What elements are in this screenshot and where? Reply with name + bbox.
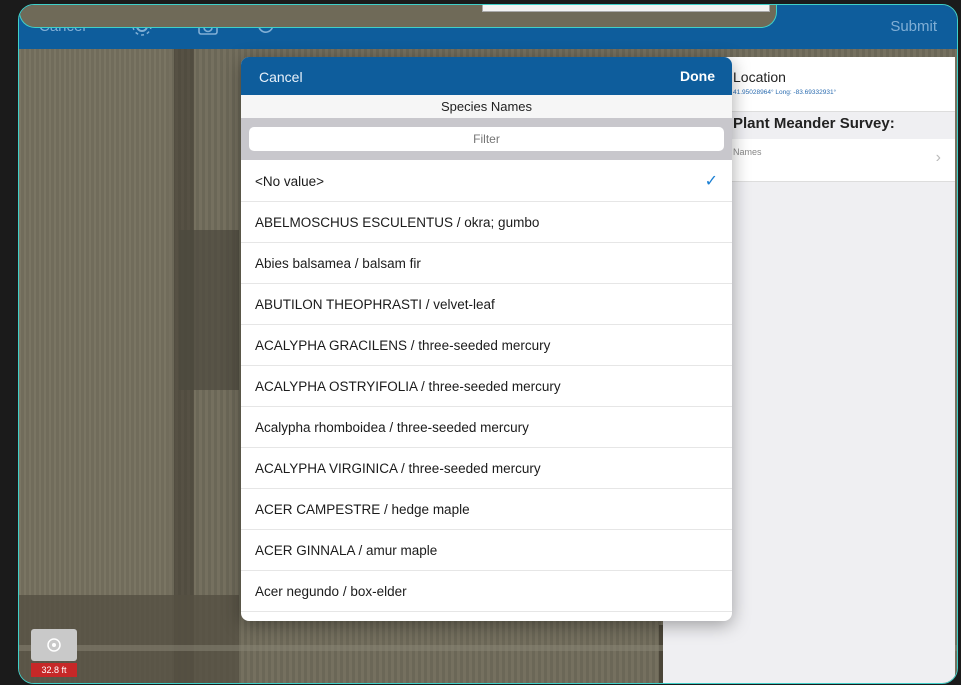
species-item-label: Acer negundo / box-elder (255, 584, 407, 599)
species-list-item[interactable]: ACER CAMPESTRE / hedge maple (241, 489, 732, 530)
chevron-right-icon: › (935, 149, 941, 166)
species-item-label: <No value> (255, 174, 325, 189)
picker-title: Species Names (241, 95, 732, 118)
species-item-label: ABELMOSCHUS ESCULENTUS / okra; gumbo (255, 215, 540, 230)
species-item-label: ACALYPHA GRACILENS / three-seeded mercur… (255, 338, 551, 353)
submit-button[interactable]: Submit (890, 18, 937, 35)
species-item-label: ABUTILON THEOPHRASTI / velvet-leaf (255, 297, 495, 312)
picker-header: Cancel Done (241, 57, 732, 95)
species-list-item[interactable]: Acalypha rhomboidea / three-seeded mercu… (241, 407, 732, 448)
map-scale-badge: 32.8 ft (31, 663, 77, 677)
species-item-label: ACALYPHA VIRGINICA / three-seeded mercur… (255, 461, 541, 476)
tile-inner-box (482, 5, 770, 12)
species-list-item[interactable]: ACALYPHA OSTRYIFOLIA / three-seeded merc… (241, 366, 732, 407)
filter-input[interactable] (249, 127, 724, 151)
species-list-item[interactable]: <No value> ✓ (241, 161, 732, 202)
species-list-item[interactable]: ACALYPHA GRACILENS / three-seeded mercur… (241, 325, 732, 366)
species-item-label: ACALYPHA OSTRYIFOLIA / three-seeded merc… (255, 379, 561, 394)
species-item-label: ACER CAMPESTRE / hedge maple (255, 502, 470, 517)
species-list-item[interactable]: ACALYPHA VIRGINICA / three-seeded mercur… (241, 448, 732, 489)
species-list-item[interactable]: ABUTILON THEOPHRASTI / velvet-leaf (241, 284, 732, 325)
target-icon (47, 638, 61, 652)
picker-cancel-button[interactable]: Cancel (259, 69, 303, 85)
species-item-label: Abies balsamea / balsam fir (255, 256, 421, 271)
location-coords: 41.95028964° Long: -83.69332931° (733, 89, 837, 96)
species-picker-popover: Cancel Done Species Names <No value> ✓ ABE… (241, 57, 732, 621)
filter-bar (241, 118, 732, 160)
map-field (19, 45, 169, 683)
species-item-label: ACER GINNALA / amur maple (255, 543, 438, 558)
species-item-label: Acalypha rhomboidea / three-seeded mercu… (255, 420, 529, 435)
species-list-item[interactable]: Acer negundo / box-elder (241, 571, 732, 612)
picker-done-button[interactable]: Done (680, 68, 715, 84)
map-field (179, 230, 239, 390)
species-list-item[interactable]: ACER GINNALA / amur maple (241, 530, 732, 571)
species-names-label: Names (733, 147, 762, 157)
species-list: <No value> ✓ ABELMOSCHUS ESCULENTUS / okra… (241, 161, 732, 621)
survey-title: Plant Meander Survey: (733, 115, 895, 132)
locate-button[interactable] (31, 629, 77, 661)
species-list-item[interactable]: Acer nigrum; a. saccharum / black maple (241, 612, 732, 621)
species-list-item[interactable]: Abies balsamea / balsam fir (241, 243, 732, 284)
map-tile-overlay (19, 5, 777, 28)
location-title: Location (733, 69, 786, 85)
checkmark-icon: ✓ (704, 173, 718, 190)
species-list-item[interactable]: ABELMOSCHUS ESCULENTUS / okra; gumbo (241, 202, 732, 243)
